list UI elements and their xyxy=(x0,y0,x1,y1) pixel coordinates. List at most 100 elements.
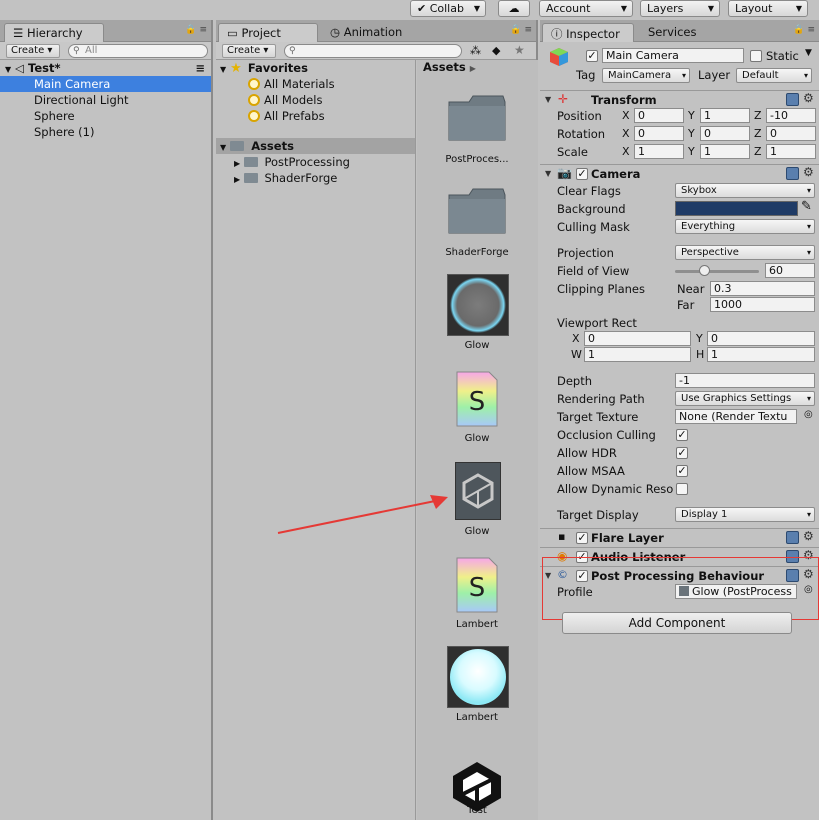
culling-mask-dropdown[interactable]: Everything ▾ xyxy=(675,219,815,234)
allow-dynamic-resolution-checkbox[interactable] xyxy=(676,483,688,495)
projection-dropdown[interactable]: Perspective ▾ xyxy=(675,245,815,260)
depth-field[interactable]: -1 xyxy=(675,373,815,388)
flare-layer-header[interactable]: ▪ ✓ Flare Layer ⚙ xyxy=(540,528,819,546)
viewport-y-field[interactable]: 0 xyxy=(707,331,815,346)
tab-animation[interactable]: ◷ Animation xyxy=(322,23,432,42)
occlusion-culling-checkbox[interactable]: ✓ xyxy=(676,429,688,441)
create-button[interactable]: Create ▾ xyxy=(6,44,60,58)
viewport-w-field[interactable]: 1 xyxy=(584,347,691,362)
camera-enabled-checkbox[interactable]: ✓ xyxy=(576,168,588,180)
expand-triangle-icon[interactable]: ▼ xyxy=(5,65,11,74)
tag-dropdown[interactable]: MainCamera ▾ xyxy=(602,68,690,83)
scale-z-field[interactable]: 1 xyxy=(766,144,816,159)
position-z-field[interactable]: -10 xyxy=(766,108,816,123)
scale-y-field[interactable]: 1 xyxy=(700,144,750,159)
layers-dropdown[interactable]: Layers ▼ xyxy=(640,0,720,17)
scale-x-field[interactable]: 1 xyxy=(634,144,684,159)
active-checkbox[interactable]: ✓ xyxy=(586,50,598,62)
collapsed-triangle-icon[interactable]: ▶ xyxy=(234,175,240,184)
asset-thumbnail[interactable]: S xyxy=(455,556,499,614)
asset-thumbnail[interactable] xyxy=(447,92,507,142)
position-x-field[interactable]: 0 xyxy=(634,108,684,123)
asset-thumbnail[interactable] xyxy=(455,462,501,520)
gear-icon[interactable]: ⚙ xyxy=(803,165,814,179)
object-picker-icon[interactable]: ◎ xyxy=(804,409,813,420)
chevron-down-icon[interactable]: ▼ xyxy=(805,48,812,58)
hierarchy-search-input[interactable]: ⚲ All xyxy=(68,44,208,58)
add-component-button[interactable]: Add Component xyxy=(562,612,792,634)
asset-folder-row[interactable]: ▶ ShaderForge xyxy=(216,170,415,186)
asset-thumbnail[interactable] xyxy=(447,646,509,708)
tag-icon[interactable]: ◆ xyxy=(492,44,500,57)
gear-icon[interactable]: ⚙ xyxy=(803,529,814,543)
eyedropper-icon[interactable]: ✎ xyxy=(801,199,812,214)
help-book-icon[interactable] xyxy=(786,531,799,544)
collapsed-triangle-icon[interactable]: ▶ xyxy=(234,159,240,168)
slider-knob[interactable] xyxy=(699,265,711,276)
shader-icon: S xyxy=(456,557,498,613)
clear-flags-dropdown[interactable]: Skybox ▾ xyxy=(675,183,815,198)
tab-inspector[interactable]: ⓘ Inspector xyxy=(542,23,634,42)
scene-menu-icon[interactable]: ≡ xyxy=(195,60,205,76)
fov-slider[interactable] xyxy=(675,265,759,276)
expand-triangle-icon[interactable]: ▼ xyxy=(545,169,551,178)
tab-project[interactable]: ▭ Project xyxy=(218,23,318,42)
asset-thumbnail[interactable] xyxy=(447,274,509,336)
position-y-field[interactable]: 1 xyxy=(700,108,750,123)
rotation-x-field[interactable]: 0 xyxy=(634,126,684,141)
collab-button[interactable]: ✔ Collab ▼ xyxy=(410,0,486,17)
lock-icon[interactable]: 🔒 ≡ xyxy=(510,25,532,35)
scene-row[interactable]: ▼ ◁ Test* ≡ xyxy=(0,60,211,76)
object-name-input[interactable]: Main Camera xyxy=(602,48,744,63)
breadcrumb-assets[interactable]: Assets xyxy=(423,60,466,74)
asset-folder-row[interactable]: ▶ PostProcessing xyxy=(216,154,415,170)
asset-thumbnail[interactable]: S xyxy=(455,370,499,428)
near-field[interactable]: 0.3 xyxy=(710,281,815,296)
flare-layer-checkbox[interactable]: ✓ xyxy=(576,532,588,544)
create-button[interactable]: Create ▾ xyxy=(222,44,276,58)
transform-header[interactable]: ▼ ✛ Transform ⚙ xyxy=(540,90,819,108)
favorite-item[interactable]: All Prefabs xyxy=(216,108,415,124)
rotation-y-field[interactable]: 0 xyxy=(700,126,750,141)
tab-services[interactable]: Services xyxy=(640,23,720,42)
allow-msaa-checkbox[interactable]: ✓ xyxy=(676,465,688,477)
allow-hdr-checkbox[interactable]: ✓ xyxy=(676,447,688,459)
favorite-item[interactable]: All Models xyxy=(216,92,415,108)
assets-row[interactable]: ▼ Assets xyxy=(216,138,415,154)
target-texture-field[interactable]: None (Render Textu xyxy=(675,409,797,424)
favorite-star-icon[interactable]: ★ xyxy=(514,43,525,57)
layout-dropdown[interactable]: Layout ▼ xyxy=(728,0,808,17)
help-book-icon[interactable] xyxy=(786,93,799,106)
axis-x-label: X xyxy=(622,127,630,140)
background-color-swatch[interactable] xyxy=(675,201,798,216)
hierarchy-item[interactable]: Main Camera xyxy=(0,76,211,92)
rotation-z-field[interactable]: 0 xyxy=(766,126,816,141)
hierarchy-item[interactable]: Sphere (1) xyxy=(0,124,211,140)
expand-triangle-icon[interactable]: ▼ xyxy=(220,65,226,74)
rendering-path-dropdown[interactable]: Use Graphics Settings ▾ xyxy=(675,391,815,406)
fov-field[interactable]: 60 xyxy=(765,263,815,278)
expand-triangle-icon[interactable]: ▼ xyxy=(220,143,226,152)
project-search-input[interactable]: ⚲ xyxy=(284,44,462,58)
account-dropdown[interactable]: Account ▼ xyxy=(539,0,633,17)
help-book-icon[interactable] xyxy=(786,167,799,180)
favorite-item[interactable]: All Materials xyxy=(216,76,415,92)
camera-header[interactable]: ▼ 📷 ✓ Camera ⚙ xyxy=(540,164,819,182)
far-field[interactable]: 1000 xyxy=(710,297,815,312)
asset-thumbnail[interactable] xyxy=(447,185,507,235)
hierarchy-item[interactable]: Directional Light xyxy=(0,92,211,108)
lock-icon[interactable]: 🔒 ≡ xyxy=(793,25,815,35)
filter-type-icon[interactable]: ⁂ xyxy=(470,44,481,57)
viewport-x-field[interactable]: 0 xyxy=(584,331,691,346)
hierarchy-item[interactable]: Sphere xyxy=(0,108,211,124)
expand-triangle-icon[interactable]: ▼ xyxy=(545,95,551,104)
lock-icon[interactable]: 🔒 ≡ xyxy=(185,25,207,35)
layer-dropdown[interactable]: Default ▾ xyxy=(736,68,812,83)
tab-hierarchy[interactable]: ☰ Hierarchy xyxy=(4,23,104,42)
favorites-row[interactable]: ▼ ★ Favorites xyxy=(216,60,415,76)
gear-icon[interactable]: ⚙ xyxy=(803,91,814,105)
cloud-button[interactable]: ☁ xyxy=(498,0,530,17)
static-checkbox[interactable] xyxy=(750,50,762,62)
viewport-h-field[interactable]: 1 xyxy=(707,347,815,362)
target-display-dropdown[interactable]: Display 1 ▾ xyxy=(675,507,815,522)
